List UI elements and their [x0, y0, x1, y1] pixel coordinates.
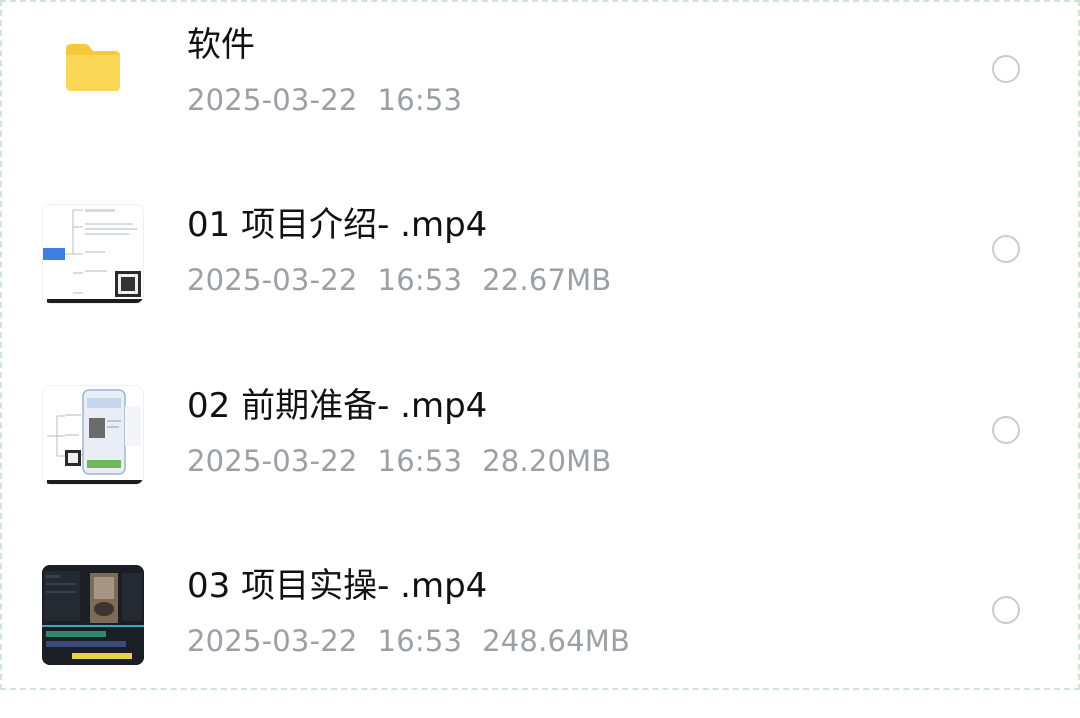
- file-name: 03 项目实操- .mp4: [187, 566, 488, 606]
- file-name: 软件: [187, 25, 255, 65]
- video-thumbnail-icon: [42, 385, 144, 485]
- select-radio[interactable]: [992, 235, 1020, 263]
- list-item-video[interactable]: 02 前期准备- .mp4 2025-03-22 16:53 28.20MB: [0, 358, 1080, 538]
- file-meta: 2025-03-22 16:53: [187, 81, 462, 119]
- file-meta: 2025-03-22 16:53 28.20MB: [187, 442, 611, 480]
- file-date: 2025-03-22: [187, 83, 358, 117]
- list-item-video[interactable]: 03 项目实操- .mp4 2025-03-22 16:53 248.64MB: [0, 538, 1080, 718]
- select-radio[interactable]: [992, 55, 1020, 83]
- file-time: 16:53: [377, 624, 463, 658]
- file-name: 02 前期准备- .mp4: [187, 386, 488, 426]
- file-time: 16:53: [377, 263, 463, 297]
- list-item-video[interactable]: 01 项目介绍- .mp4 2025-03-22 16:53 22.67MB: [0, 177, 1080, 357]
- file-date: 2025-03-22: [187, 624, 358, 658]
- file-meta: 2025-03-22 16:53 248.64MB: [187, 622, 630, 660]
- list-item-folder-software[interactable]: 软件 2025-03-22 16:53: [0, 0, 1080, 177]
- select-radio[interactable]: [992, 416, 1020, 444]
- video-thumbnail-icon: [42, 204, 144, 304]
- select-radio[interactable]: [992, 596, 1020, 624]
- video-thumbnail-icon: [42, 565, 144, 665]
- folder-icon: [66, 44, 120, 91]
- file-list: 软件 2025-03-22 16:53 01 项目介绍- .mp4 2025-0…: [0, 0, 1080, 690]
- file-date: 2025-03-22: [187, 444, 358, 478]
- file-size: 28.20MB: [482, 444, 612, 478]
- file-time: 16:53: [377, 444, 463, 478]
- file-time: 16:53: [377, 83, 463, 117]
- file-size: 248.64MB: [482, 624, 631, 658]
- file-size: 22.67MB: [482, 263, 612, 297]
- file-meta: 2025-03-22 16:53 22.67MB: [187, 261, 611, 299]
- file-date: 2025-03-22: [187, 263, 358, 297]
- file-name: 01 项目介绍- .mp4: [187, 205, 488, 245]
